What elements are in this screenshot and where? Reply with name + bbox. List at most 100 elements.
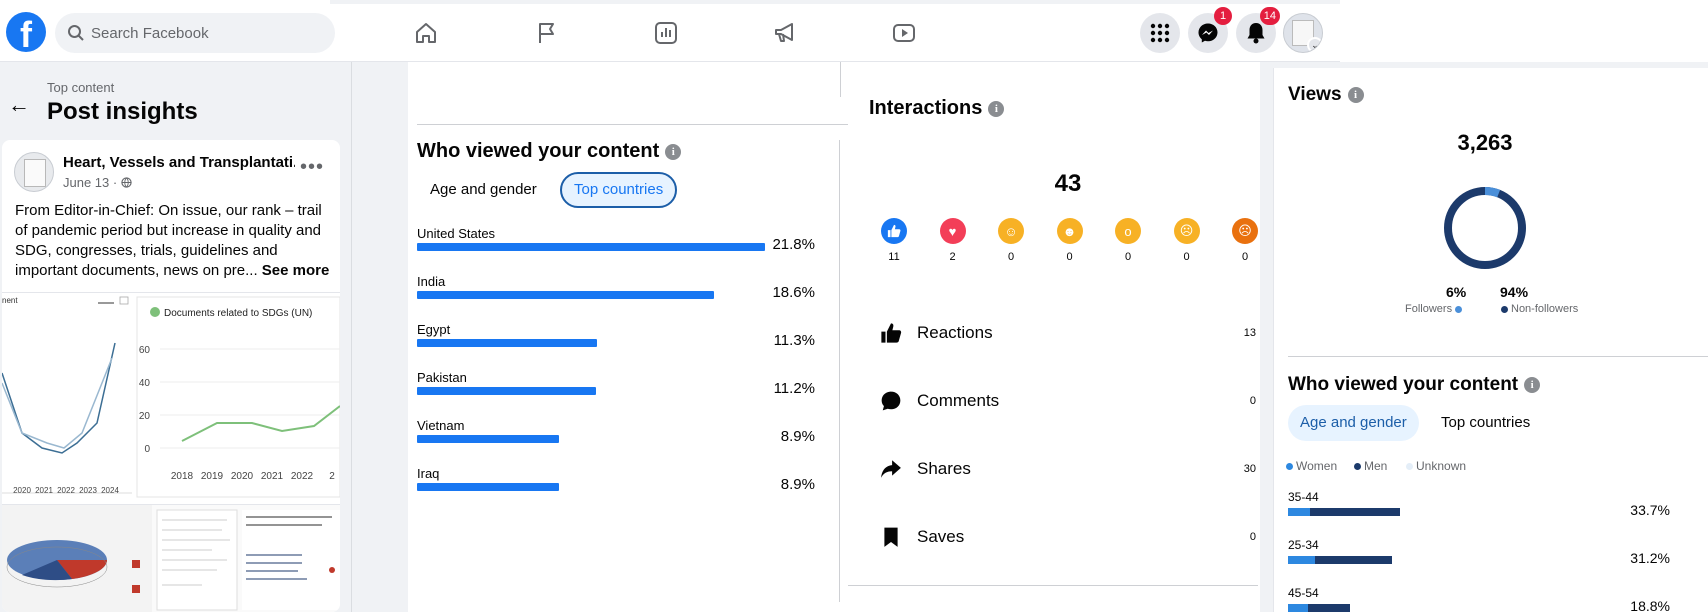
age-label: 35-44 [1288, 490, 1319, 504]
bell-icon [1247, 23, 1265, 44]
care-icon: ☺ [998, 218, 1024, 244]
more-options-icon[interactable]: ••• [300, 156, 324, 179]
account-avatar[interactable]: ⌄ [1283, 13, 1323, 53]
reaction-count: 0 [1007, 251, 1015, 263]
reaction-item[interactable]: ☺ 0 [993, 218, 1029, 263]
tab-top-countries[interactable]: Top countries [1429, 405, 1542, 441]
love-icon: ♥ [939, 218, 966, 244]
age-pct: 18.8% [1630, 598, 1670, 612]
non-followers-legend: Non-followers [1498, 303, 1578, 315]
notifications-button[interactable]: 14 [1236, 7, 1280, 53]
women-bar [1288, 556, 1315, 564]
page-title: Post insights [47, 98, 198, 125]
men-bar [1314, 556, 1392, 564]
reaction-item[interactable]: ☹ 0 [1169, 218, 1205, 263]
insights-icon[interactable] [653, 20, 679, 46]
post-image-chart[interactable]: nent 2020 2021 2022 2023 2024 Documents rela… [2, 292, 340, 500]
reaction-item[interactable]: ☻ 0 [1052, 218, 1088, 263]
info-icon[interactable]: i [665, 143, 682, 160]
image-y-tick: 20 [139, 411, 151, 422]
search-box[interactable] [55, 13, 335, 53]
reaction-item[interactable]: ♥ 2 [935, 218, 971, 263]
search-input[interactable] [91, 13, 326, 53]
men-bar [1309, 508, 1400, 516]
country-row: Egypt 11.3% [417, 322, 837, 366]
megaphone-icon[interactable] [772, 20, 798, 46]
breadcrumb[interactable]: Top content [47, 80, 114, 95]
post-date[interactable]: June 13 · [63, 175, 132, 190]
video-icon[interactable] [891, 20, 917, 46]
menu-button[interactable] [1140, 13, 1180, 53]
metric-row: Reactions 13 [880, 320, 1260, 350]
reaction-count: 0 [1241, 251, 1249, 263]
country-bar [417, 291, 714, 299]
gender-legend-item: Women [1286, 459, 1337, 473]
country-pct: 11.2% [773, 380, 815, 397]
age-pct: 33.7% [1630, 502, 1670, 518]
age-pct: 31.2% [1630, 550, 1670, 566]
legend-dot [1354, 463, 1361, 471]
metric-row: Comments 0 [880, 388, 1260, 418]
interactions-total: 43 [1054, 170, 1082, 197]
country-name: Vietnam [417, 418, 465, 433]
metric-value: 0 [1249, 531, 1256, 543]
flag-icon[interactable] [534, 20, 560, 46]
see-more-link[interactable]: See more [262, 262, 330, 279]
country-name: Pakistan [417, 370, 467, 385]
country-bar [417, 387, 596, 395]
country-bar [417, 483, 560, 491]
post-author[interactable]: Heart, Vessels and Transplantati... [63, 154, 295, 171]
chevron-down-icon[interactable]: ⌄ [1307, 37, 1322, 52]
post-image-document[interactable] [2, 504, 340, 612]
metric-value: 30 [1243, 463, 1256, 475]
image-x-tick: 2021 [261, 471, 284, 482]
page-avatar[interactable] [14, 152, 54, 192]
info-icon[interactable]: i [988, 100, 1005, 117]
reaction-item[interactable]: ☹ 0 [1227, 218, 1263, 263]
country-row: Iraq 8.9% [417, 466, 837, 510]
info-icon[interactable]: i [1347, 86, 1364, 103]
image-x-tick: 2019 [201, 471, 224, 482]
who-viewed-age-title: Who viewed your content i [1288, 374, 1541, 396]
country-pct: 21.8% [772, 236, 815, 253]
messenger-button[interactable]: 1 [1188, 7, 1232, 53]
image-left-x-tick: 2021 [35, 486, 53, 495]
image-left-x-tick: 2023 [79, 486, 97, 495]
angry-icon: ☹ [1232, 218, 1258, 244]
top-bar-accent-line [330, 0, 1340, 4]
legend-label: Women [1296, 459, 1338, 473]
interactions-title: Interactions i [869, 97, 1005, 120]
post-text: From Editor-in-Chief: On issue, our rank… [15, 201, 333, 281]
post-date-text: June 13 · [63, 175, 118, 190]
country-row: Vietnam 8.9% [417, 418, 837, 462]
views-title: Views i [1288, 84, 1364, 106]
image-left-x-tick: 2020 [13, 486, 31, 495]
back-arrow-icon[interactable]: ← [8, 92, 30, 118]
country-row: United States 21.8% [417, 226, 837, 270]
reaction-count: 11 [888, 251, 900, 263]
comment-icon [880, 390, 902, 417]
home-icon[interactable] [413, 20, 439, 46]
post-image-graphic: nent 2020 2021 2022 2023 2024 Documents rela… [2, 296, 340, 498]
search-icon [68, 25, 84, 41]
like-icon [881, 218, 907, 244]
info-icon[interactable]: i [1524, 376, 1541, 393]
bookmark-icon [880, 526, 902, 553]
wow-icon: o [1115, 218, 1141, 244]
metric-label: Shares [917, 459, 971, 478]
facebook-logo[interactable]: f [6, 12, 46, 52]
followers-legend: Followers [1405, 303, 1465, 315]
image-y-tick: 60 [139, 345, 151, 356]
reaction-item[interactable]: o0 [1110, 218, 1146, 263]
legend-dot [1286, 463, 1293, 471]
tab-age-and-gender[interactable]: Age and gender [418, 172, 549, 208]
tab-age-and-gender[interactable]: Age and gender [1288, 405, 1419, 441]
metric-row: Shares 30 [880, 456, 1260, 486]
reaction-count: 2 [949, 251, 956, 263]
metric-label: Saves [917, 527, 965, 546]
top-navigation-bar: f 1 14 ⌄ [0, 0, 1340, 62]
reaction-item[interactable]: 11 [876, 218, 912, 263]
post-sidebar: ← Top content Post insights Heart, Vesse… [0, 62, 352, 612]
country-name: United States [417, 226, 496, 241]
tab-top-countries[interactable]: Top countries [560, 172, 678, 208]
